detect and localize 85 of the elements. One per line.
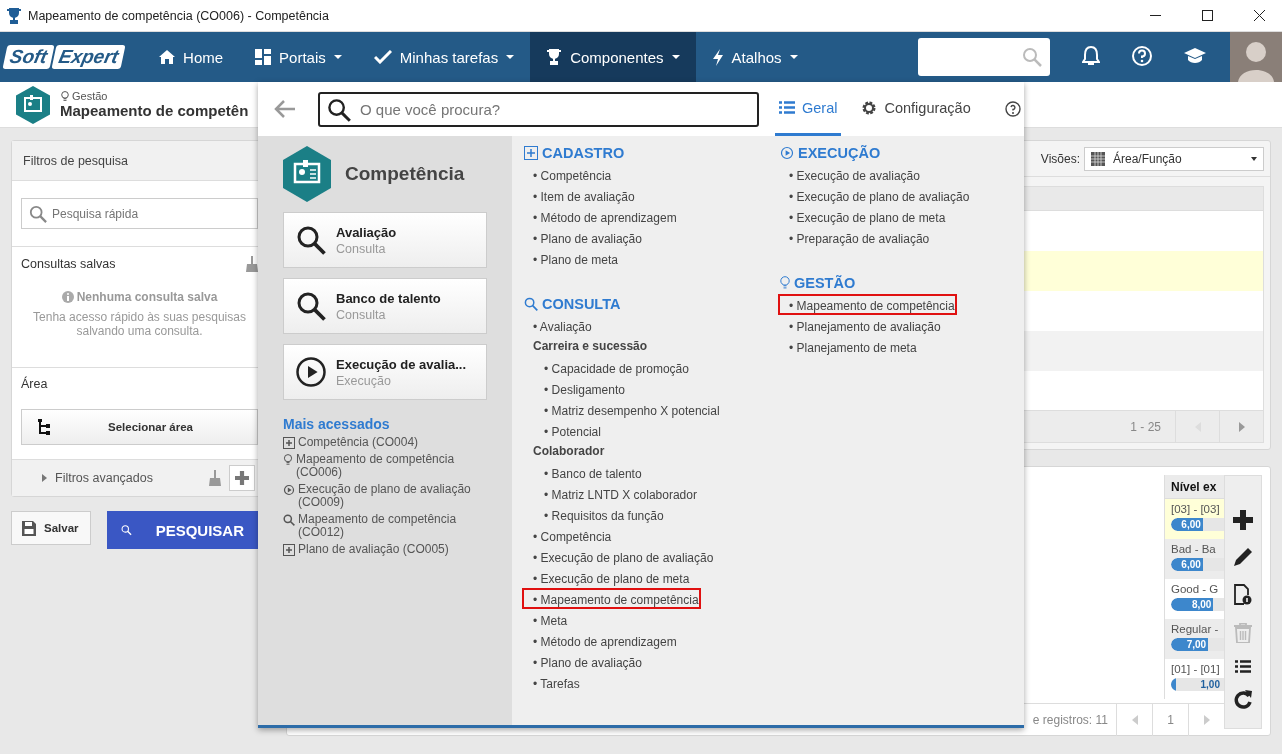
menu-link[interactable]: • Banco de talento [533,462,644,483]
menu-link[interactable]: • Execução de plano de avaliação [522,546,716,567]
menu-link[interactable]: • Mapeamento de competência [522,588,701,609]
save-button[interactable]: Salvar [11,511,91,545]
shortcut-card[interactable]: Avaliação Consulta [283,212,487,268]
section-heading: EXECUÇÃO [798,145,881,161]
breadcrumb[interactable]: Gestão [72,90,108,102]
logo-text: Expert [51,45,126,69]
level-value: 1,00 [1200,678,1221,691]
section-title: Mais acessados [283,416,391,432]
table-cell: [01] - [01] [1171,663,1220,675]
page-range: 1 - 25 [1130,419,1161,434]
menu-link[interactable]: • Potencial [533,420,603,441]
empty-title: Nenhuma consulta salva [76,290,218,304]
menu-link[interactable]: • Avaliação [522,315,594,336]
empty-message: Tenha acesso rápido às suas pesquisas salvando uma consulta. [32,310,247,338]
menu-link[interactable]: • Tarefas [522,672,582,693]
record-count: e registros: 11 [1032,712,1108,727]
menu-link[interactable]: • Competência [522,164,614,185]
level-value: 6,00 [1181,518,1202,531]
menu-link[interactable]: • Capacidade de promoção [533,357,691,378]
section-heading: GESTÃO [794,275,856,291]
menu-link[interactable]: • Matriz LNTD X colaborador [533,483,699,504]
menu-link[interactable]: • Item de avaliação [522,185,637,206]
search-button[interactable]: PESQUISAR [107,511,258,549]
table-row[interactable]: Bad - Ba 6,00 [1165,539,1224,579]
level-value: 7,00 [1186,638,1208,651]
panel-title: Filtros de pesquisa [23,153,128,168]
shortcut-card[interactable]: Execução de avalia... Execução [283,344,487,400]
menu-link[interactable]: • Competência [522,525,614,546]
tab[interactable]: Configuração [857,82,975,136]
table-row[interactable]: [03] - [03] 6,00 [1165,499,1224,539]
menu-link[interactable]: • Método de aprendizagem [522,630,679,651]
component-title: Competência [345,163,465,185]
menu-link[interactable]: • Desligamento [533,378,627,399]
menu-link[interactable]: • Matriz desempenho X potencial [533,399,722,420]
menu-link[interactable]: • Meta [522,609,570,630]
views-dropdown[interactable]: Área/Função [1084,146,1264,171]
tab[interactable]: Geral [775,82,842,136]
select-area-button[interactable]: Selecionar área [21,409,258,445]
menu-link[interactable]: • Execução de plano de avaliação [778,185,972,206]
menu-link[interactable]: • Preparação de avaliação [778,227,932,248]
page-title: Mapeamento de competên [60,102,249,119]
menu-group-label: Colaborador [532,443,606,460]
menu-link[interactable]: • Execução de plano de meta [522,567,692,588]
table-cell: Regular - [1171,623,1219,635]
window-title: Mapeamento de competência (CO006) - Competência [28,8,330,23]
section-title: Área [21,377,48,391]
nav-menu-item[interactable]: Componentes [530,32,696,82]
menu-group-label: Carreira e sucessão [532,338,649,355]
menu-link[interactable]: • Execução de avaliação [778,164,922,185]
quick-search-field[interactable]: Pesquisa rápida [21,198,258,229]
menu-link[interactable]: • Execução de plano de meta [778,206,948,227]
menu-link[interactable]: • Plano de meta [522,248,620,269]
menu-link[interactable]: • Mapeamento de competência [778,294,957,315]
nav-menu-item[interactable]: Minhas tarefas [357,32,531,82]
level-value: 6,00 [1181,558,1202,571]
menu-link[interactable]: • Requisitos da função [533,504,666,525]
recent-link[interactable]: Competência (CO004) [298,436,419,449]
menu-link[interactable]: • Planejamento de meta [778,336,919,357]
recent-link[interactable]: Execução de plano de avaliação (CO009) [298,483,487,509]
menu-search-field[interactable]: O que você procura? [318,91,759,127]
recent-link[interactable]: Plano de avaliação (CO005) [298,543,449,556]
shortcut-card[interactable]: Banco de talento Consulta [283,278,487,334]
recent-link[interactable]: Mapeamento de competência (CO012) [298,513,487,539]
table-cell: [03] - [03] [1171,503,1220,515]
table-row[interactable]: Regular - 7,00 [1165,619,1224,659]
menu-link[interactable]: • Método de aprendizagem [522,206,679,227]
column-header[interactable]: Nível ex [1165,475,1224,499]
menu-link[interactable]: • Planejamento de avaliação [778,315,943,336]
table-cell: Bad - Ba [1171,543,1216,555]
section-heading: CADASTRO [542,145,625,161]
nav-menu-item[interactable]: Home [143,32,240,82]
nav-menu-item[interactable]: Portais [239,32,358,82]
page-number[interactable]: 1 [1152,703,1188,736]
table-cell: Good - G [1171,583,1219,595]
section-heading: CONSULTA [542,296,621,312]
level-value: 8,00 [1191,598,1213,611]
logo-text: Soft [2,45,55,69]
nav-menu-item[interactable]: Atalhos [695,32,814,82]
menu-link[interactable]: • Plano de avaliação [522,227,644,248]
section-title: Consultas salvas [21,257,116,271]
menu-link[interactable]: • Plano de avaliação [522,651,644,672]
views-label: Visões: [1040,151,1080,166]
recent-link[interactable]: Mapeamento de competência (CO006) [296,453,487,479]
